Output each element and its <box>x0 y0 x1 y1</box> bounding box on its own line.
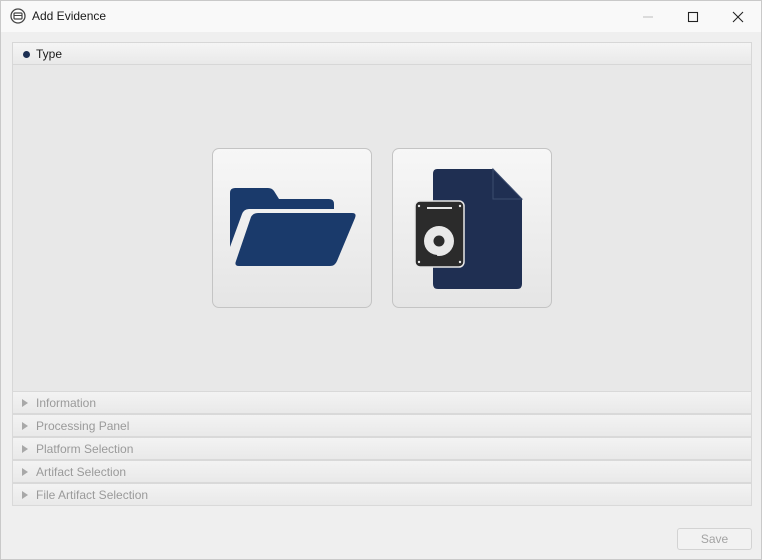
minimize-icon <box>643 16 653 17</box>
folder-open-icon <box>230 188 356 266</box>
maximize-button[interactable] <box>670 1 716 32</box>
close-icon <box>732 11 744 22</box>
section-header-processing-panel[interactable]: Processing Panel <box>12 414 752 437</box>
window-title: Add Evidence <box>32 9 107 23</box>
section-header-artifact-selection[interactable]: Artifact Selection <box>12 460 752 483</box>
section-label: File Artifact Selection <box>36 488 149 502</box>
section-label: Information <box>36 396 97 410</box>
section-label: Platform Selection <box>36 442 134 456</box>
add-evidence-window: Add Evidence Type Information Processing… <box>0 0 762 560</box>
title-bar[interactable]: Add Evidence <box>1 1 761 32</box>
section-label: Processing Panel <box>36 419 130 433</box>
section-header-information[interactable]: Information <box>12 391 752 414</box>
disk-image-type-button[interactable] <box>392 148 552 308</box>
section-header-platform-selection[interactable]: Platform Selection <box>12 437 752 460</box>
section-header-file-artifact-selection[interactable]: File Artifact Selection <box>12 483 752 506</box>
expand-arrow-icon <box>22 422 28 430</box>
disk-image-file-icon <box>414 167 524 289</box>
expand-arrow-icon <box>22 468 28 476</box>
type-panel <box>12 65 752 391</box>
minimize-button[interactable] <box>625 1 671 32</box>
app-icon <box>10 8 26 24</box>
section-label: Artifact Selection <box>36 465 127 479</box>
expand-arrow-icon <box>22 399 28 407</box>
close-button[interactable] <box>715 1 761 32</box>
expand-arrow-icon <box>22 445 28 453</box>
evidence-accordion: Type Information Processing Panel Platfo… <box>12 42 752 508</box>
folder-type-button[interactable] <box>212 148 372 308</box>
section-header-type[interactable]: Type <box>12 42 752 65</box>
maximize-icon <box>687 11 699 22</box>
section-label-type: Type <box>36 47 63 61</box>
active-bullet-icon <box>23 51 30 58</box>
expand-arrow-icon <box>22 491 28 499</box>
dialog-content: Type Information Processing Panel Platfo… <box>1 32 761 559</box>
save-button[interactable]: Save <box>677 528 752 550</box>
